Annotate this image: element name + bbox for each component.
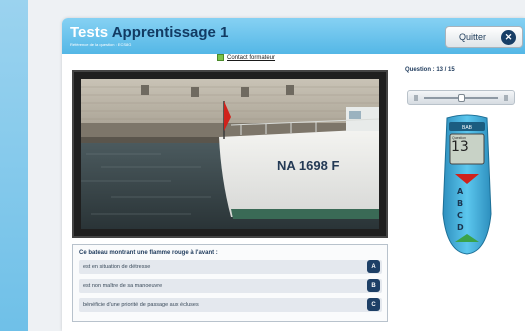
boat-image: NA 1698 F: [81, 79, 379, 229]
photo-frame: NA 1698 F: [72, 70, 388, 238]
answer-c-text: bénéficie d'une priorité de passage aux …: [83, 302, 199, 308]
quit-label: Quitter: [459, 32, 487, 42]
contact-icon: [217, 54, 224, 61]
contact-trainer-link[interactable]: Contact formateur: [217, 54, 275, 61]
close-icon: ✕: [501, 30, 516, 45]
boat-registration: NA 1698 F: [277, 158, 339, 173]
answer-a-text: est en situation de détresse: [83, 264, 151, 270]
answer-b-button[interactable]: B: [367, 279, 380, 292]
left-decor-band: [0, 0, 28, 331]
question-box: Ce bateau montrant une flamme rouge à l'…: [72, 244, 388, 322]
title-block: Tests Apprentissage 1 Référence de la qu…: [70, 24, 228, 47]
question-reference: Référence de la question : ECS8G: [70, 42, 132, 47]
rewind-icon[interactable]: [414, 95, 418, 101]
boat-photo: NA 1698 F: [81, 79, 379, 229]
remote-button-c[interactable]: C: [457, 211, 463, 220]
page-title: Tests Apprentissage 1: [70, 24, 228, 41]
seek-knob[interactable]: [458, 94, 465, 102]
header-bar: Tests Apprentissage 1 Référence de la qu…: [62, 18, 525, 54]
remote-brand: BAB: [462, 125, 473, 131]
answer-c[interactable]: bénéficie d'une priorité de passage aux …: [79, 298, 382, 312]
answer-remote-device: BAB Question: [442, 114, 492, 255]
remote-screen-value: 13: [451, 139, 469, 155]
answer-c-button[interactable]: C: [367, 298, 380, 311]
title-part1: Tests: [70, 24, 109, 41]
media-player-bar[interactable]: [407, 90, 515, 105]
remote-button-d[interactable]: D: [457, 223, 464, 232]
quit-button[interactable]: Quitter ✕: [445, 26, 523, 48]
answer-b-text: est non maître de sa manoeuvre: [83, 283, 163, 289]
question-counter: Question : 13 / 15: [405, 67, 455, 73]
answer-a-button[interactable]: A: [367, 260, 380, 273]
forward-icon[interactable]: [504, 95, 508, 101]
remote-button-a[interactable]: A: [457, 187, 463, 196]
title-part2: Apprentissage 1: [111, 24, 229, 41]
contact-label: Contact formateur: [227, 54, 276, 61]
answer-a[interactable]: est en situation de détresse A: [79, 260, 382, 274]
question-text: Ce bateau montrant une flamme rouge à l'…: [79, 250, 218, 256]
answer-b[interactable]: est non maître de sa manoeuvre B: [79, 279, 382, 293]
remote-button-b[interactable]: B: [457, 199, 463, 208]
